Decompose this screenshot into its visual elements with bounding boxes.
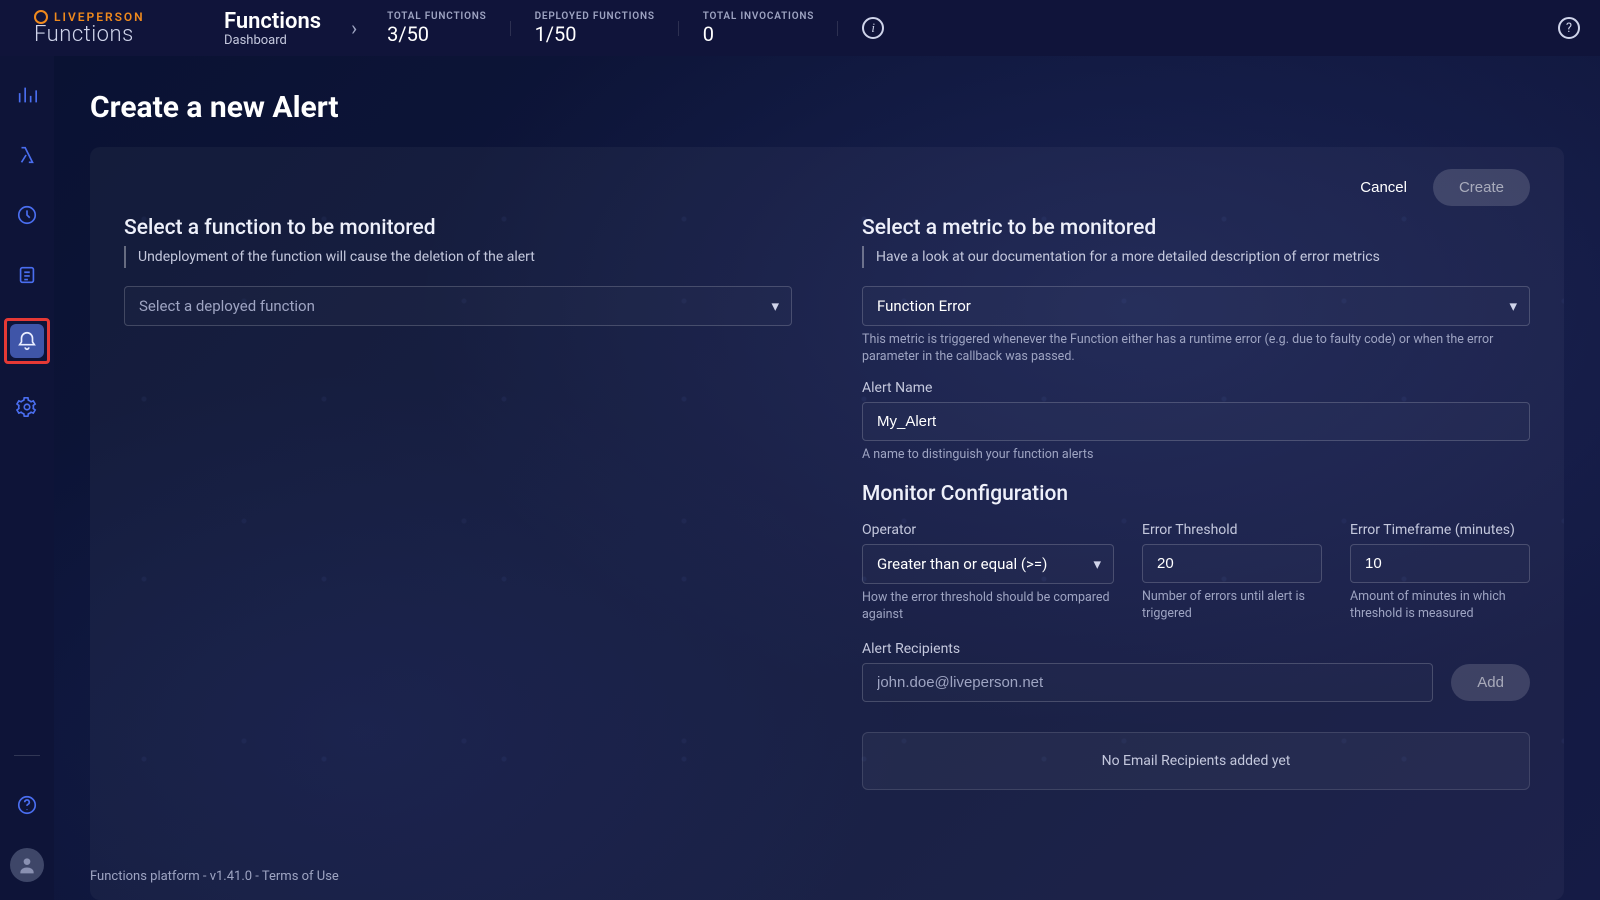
monitor-config-heading: Monitor Configuration xyxy=(862,482,1530,506)
alert-name-help: A name to distinguish your function aler… xyxy=(862,447,1530,464)
nav-settings-icon[interactable] xyxy=(10,390,44,424)
nav-schedules-icon[interactable] xyxy=(10,198,44,232)
create-button[interactable]: Create xyxy=(1433,169,1530,206)
recipients-label: Alert Recipients xyxy=(862,641,1530,657)
threshold-field: Error Threshold Number of errors until a… xyxy=(1142,516,1322,624)
metric-value: 3/50 xyxy=(387,22,486,46)
section-heading: Select a function to be monitored xyxy=(124,216,792,240)
help-icon[interactable]: ? xyxy=(1558,17,1580,39)
chevron-down-icon: ▾ xyxy=(1093,555,1101,573)
nav-alerts-icon[interactable] xyxy=(10,324,44,358)
section-note: Undeployment of the function will cause … xyxy=(124,246,792,268)
section-note: Have a look at our documentation for a m… xyxy=(862,246,1530,268)
nav-alerts-highlight xyxy=(4,318,50,364)
nav-lambda-icon[interactable] xyxy=(10,138,44,172)
operator-field: Operator Greater than or equal (>=) ▾ Ho… xyxy=(862,516,1114,624)
metric-value: 0 xyxy=(703,22,814,46)
brand: LIVEPERSON Functions xyxy=(0,10,200,47)
footer: Functions platform - v1.41.0 - Terms of … xyxy=(90,869,339,884)
metric-total-invocations: TOTAL INVOCATIONS 0 xyxy=(679,11,838,46)
metric-label: TOTAL FUNCTIONS xyxy=(387,11,486,22)
timeframe-help: Amount of minutes in which threshold is … xyxy=(1350,589,1530,623)
create-alert-panel: Cancel Create Select a function to be mo… xyxy=(90,147,1564,900)
operator-value: Greater than or equal (>=) xyxy=(877,555,1047,573)
cancel-button[interactable]: Cancel xyxy=(1352,169,1415,206)
chevron-down-icon: ▾ xyxy=(771,297,779,315)
info-icon[interactable]: i xyxy=(862,17,884,39)
timeframe-input[interactable] xyxy=(1350,544,1530,583)
chevron-down-icon: ▾ xyxy=(1509,297,1517,315)
timeframe-label: Error Timeframe (minutes) xyxy=(1350,522,1530,538)
metric-value: 1/50 xyxy=(535,22,655,46)
timeframe-field: Error Timeframe (minutes) Amount of minu… xyxy=(1350,516,1530,624)
add-recipient-button[interactable]: Add xyxy=(1451,664,1530,701)
operator-select[interactable]: Greater than or equal (>=) ▾ xyxy=(862,544,1114,584)
sidebar-divider xyxy=(14,755,40,756)
recipient-email-input[interactable] xyxy=(862,663,1433,702)
breadcrumb-sub: Dashboard xyxy=(224,33,321,48)
metric-deployed-functions: DEPLOYED FUNCTIONS 1/50 xyxy=(511,11,679,46)
select-metric-section: Select a metric to be monitored Have a l… xyxy=(862,212,1530,790)
footer-text: Functions platform - v1.41.0 - xyxy=(90,869,262,884)
function-select[interactable]: Select a deployed function ▾ xyxy=(124,286,792,326)
function-select-placeholder: Select a deployed function xyxy=(139,297,315,315)
select-function-section: Select a function to be monitored Undepl… xyxy=(124,212,792,790)
metric-select-value: Function Error xyxy=(877,297,971,315)
metric-label: DEPLOYED FUNCTIONS xyxy=(535,11,655,22)
user-avatar[interactable] xyxy=(10,848,44,882)
brand-gear-icon xyxy=(34,10,48,24)
operator-label: Operator xyxy=(862,522,1114,538)
page-title: Create a new Alert xyxy=(90,90,1564,125)
operator-help: How the error threshold should be compar… xyxy=(862,590,1114,624)
nav-help-icon[interactable] xyxy=(10,788,44,822)
alert-name-input[interactable] xyxy=(862,402,1530,441)
threshold-help: Number of errors until alert is triggere… xyxy=(1142,589,1322,623)
metric-select[interactable]: Function Error ▾ xyxy=(862,286,1530,326)
panel-actions: Cancel Create xyxy=(124,169,1530,206)
breadcrumb-title: Functions xyxy=(224,9,321,34)
threshold-input[interactable] xyxy=(1142,544,1322,583)
threshold-label: Error Threshold xyxy=(1142,522,1322,538)
breadcrumb[interactable]: Functions Dashboard xyxy=(200,9,345,48)
sidebar xyxy=(0,56,54,900)
metric-total-functions: TOTAL FUNCTIONS 3/50 xyxy=(363,11,510,46)
nav-dashboard-icon[interactable] xyxy=(10,78,44,112)
metric-help: This metric is triggered whenever the Fu… xyxy=(862,332,1530,366)
top-bar: LIVEPERSON Functions Functions Dashboard… xyxy=(0,0,1600,56)
nav-logs-icon[interactable] xyxy=(10,258,44,292)
recipients-empty: No Email Recipients added yet xyxy=(862,732,1530,790)
section-heading: Select a metric to be monitored xyxy=(862,216,1530,240)
terms-link[interactable]: Terms of Use xyxy=(262,869,339,884)
chevron-right-icon: › xyxy=(345,16,363,40)
metric-label: TOTAL INVOCATIONS xyxy=(703,11,814,22)
alert-name-label: Alert Name xyxy=(862,380,1530,396)
brand-product: Functions xyxy=(34,22,200,47)
main: Create a new Alert Cancel Create Select … xyxy=(54,56,1600,900)
